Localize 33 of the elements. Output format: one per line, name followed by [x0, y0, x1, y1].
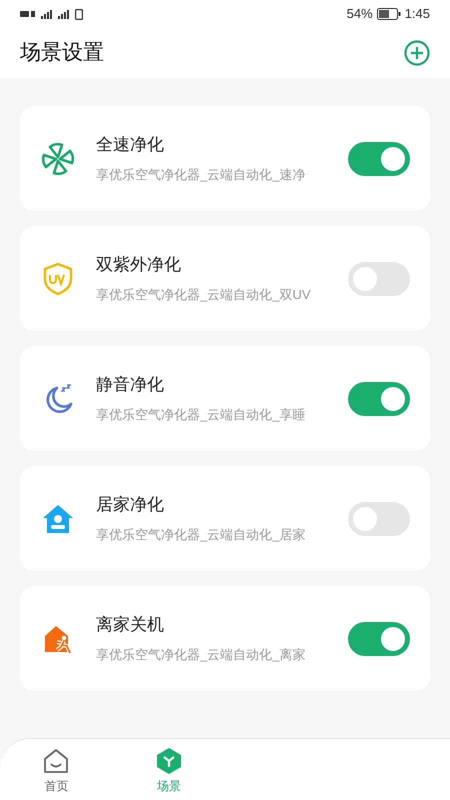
scene-card[interactable]: 全速净化 享优乐空气净化器_云端自动化_速净	[20, 106, 430, 211]
scene-card[interactable]: 居家净化 享优乐空气净化器_云端自动化_居家	[20, 466, 430, 571]
scene-card[interactable]: 离家关机 享优乐空气净化器_云端自动化_离家	[20, 586, 430, 691]
scene-description: 享优乐空气净化器_云端自动化_居家	[96, 526, 306, 544]
signal-icon	[41, 10, 52, 18]
scene-name: 全速净化	[96, 134, 165, 156]
home-icon	[42, 747, 70, 775]
scene-description: 享优乐空气净化器_云端自动化_离家	[96, 646, 306, 664]
hd-icon	[20, 11, 35, 17]
clock: 1:45	[404, 5, 430, 24]
scene-name: 双紫外净化	[96, 254, 182, 276]
toggle-switch[interactable]	[348, 262, 410, 296]
scene-description: 享优乐空气净化器_云端自动化_速净	[96, 166, 306, 184]
add-icon[interactable]	[404, 40, 430, 66]
toggle-switch[interactable]	[348, 622, 410, 656]
battery-icon	[376, 8, 401, 20]
hexagon-icon	[154, 747, 183, 775]
toggle-switch[interactable]	[348, 142, 410, 176]
vibrate-icon	[75, 8, 83, 20]
scene-description: 享优乐空气净化器_云端自动化_享睡	[96, 406, 306, 424]
page-title: 场景设置	[20, 40, 104, 66]
battery-percent: 54%	[346, 5, 373, 24]
nav-tab[interactable]: 首页	[0, 739, 112, 800]
scene-name: 居家净化	[96, 494, 165, 516]
toggle-switch[interactable]	[348, 502, 410, 536]
signal-icon	[58, 10, 69, 18]
scene-name: 离家关机	[96, 614, 165, 636]
fan-icon	[40, 140, 76, 176]
scene-name: 静音净化	[96, 374, 165, 396]
scene-card[interactable]: 静音净化 享优乐空气净化器_云端自动化_享睡	[20, 346, 430, 451]
scene-description: 享优乐空气净化器_云端自动化_双UV	[96, 286, 312, 304]
scene-card[interactable]: 双紫外净化 享优乐空气净化器_云端自动化_双UV	[20, 226, 430, 331]
toggle-switch[interactable]	[348, 382, 410, 416]
